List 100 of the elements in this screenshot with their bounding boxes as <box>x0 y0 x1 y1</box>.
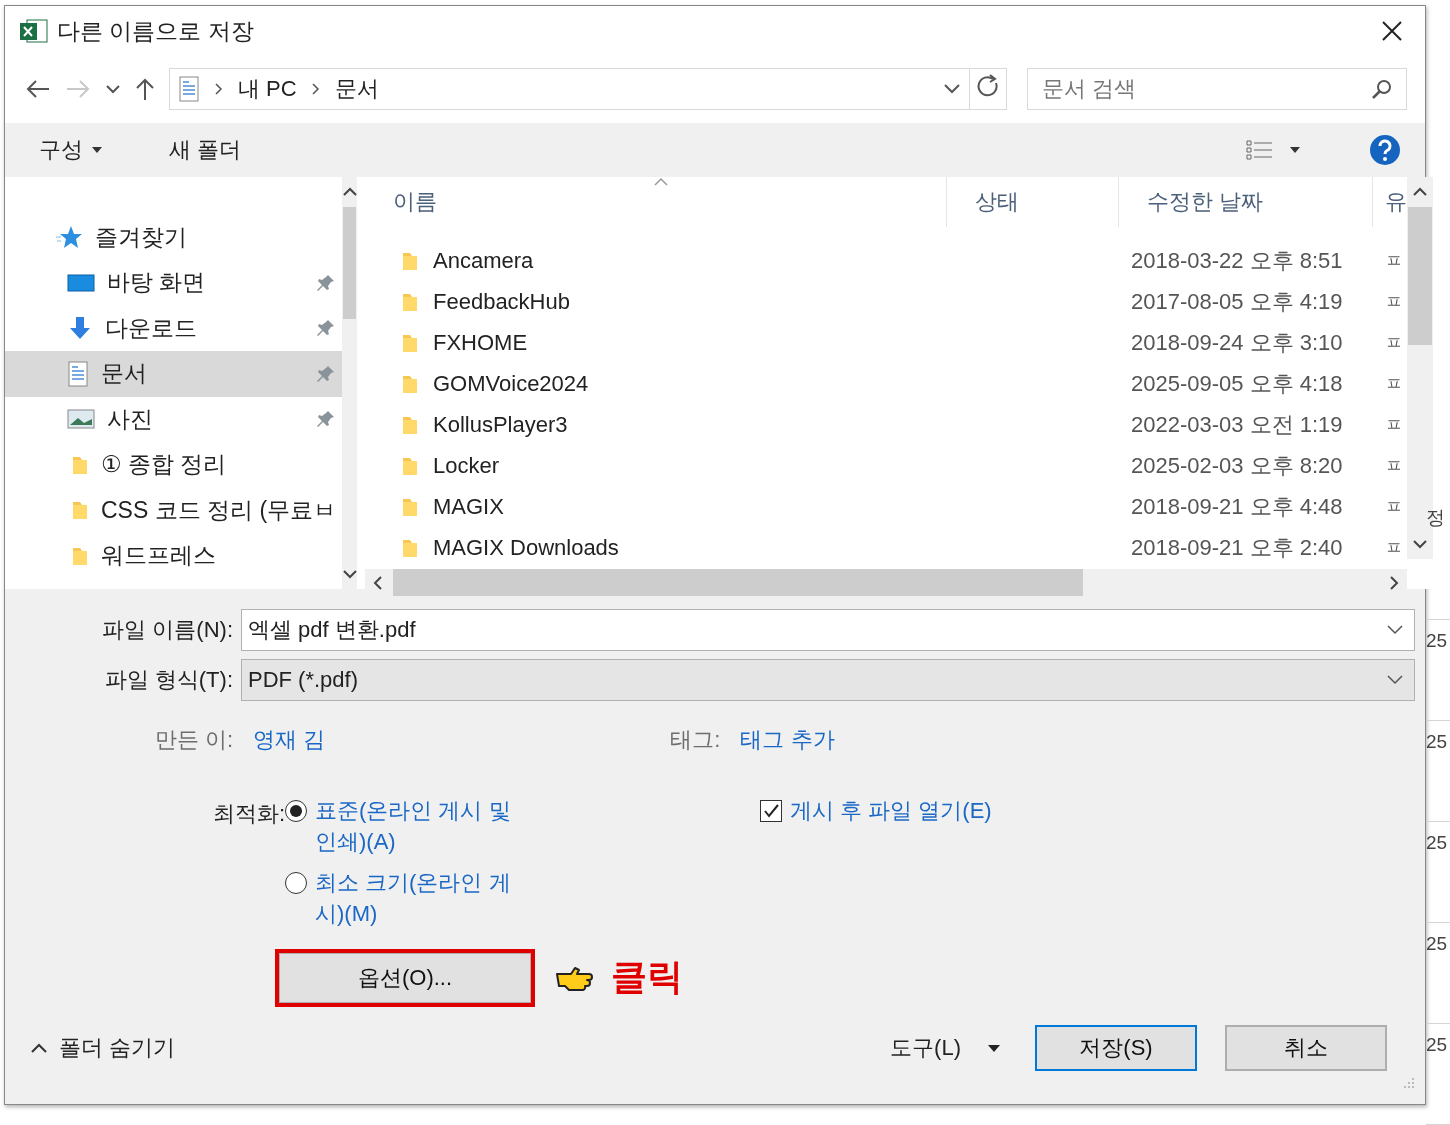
resize-grip-icon[interactable] <box>1401 1076 1415 1090</box>
field-label: 태그: <box>670 725 721 754</box>
chevron-down-icon[interactable] <box>105 83 121 96</box>
navigation-item[interactable]: 문서 <box>5 351 343 397</box>
file-type-dropdown[interactable]: PDF (*.pdf) <box>241 658 1415 701</box>
document-icon <box>178 76 200 103</box>
monitor-icon <box>67 272 95 293</box>
sheet-cell: 25 <box>1426 1024 1450 1125</box>
radio-label[interactable]: 최소 크기(온라인 게시)(M) <box>315 866 530 929</box>
breadcrumb-item[interactable]: 내 PC <box>238 74 297 105</box>
folder-icon <box>401 537 419 560</box>
navigation-item[interactable]: 즐겨찾기 <box>5 214 343 261</box>
scrollbar-thumb[interactable] <box>343 206 356 319</box>
scroll-left-icon[interactable] <box>373 575 383 590</box>
radio-button[interactable] <box>285 799 307 822</box>
scrollbar[interactable] <box>365 568 1407 597</box>
file-name[interactable]: MAGIX <box>433 494 504 521</box>
navigation-item[interactable]: CSS 코드 정리 (무료ㅂ <box>5 487 343 534</box>
close-icon[interactable] <box>1381 20 1403 43</box>
folder-icon <box>401 373 419 396</box>
save-button[interactable]: 저장(S) <box>1035 1025 1197 1072</box>
sheet-cell: 25 <box>1426 720 1450 822</box>
file-type: ㅍ <box>1384 537 1404 561</box>
field-label: 파일 형식(T): <box>103 665 234 694</box>
breadcrumb-item[interactable]: 문서 <box>334 74 379 105</box>
modified-date: 2018-09-24 오후 3:10 <box>1130 329 1344 358</box>
search-icon[interactable] <box>1371 78 1393 101</box>
folder-icon <box>401 250 419 273</box>
address-bar[interactable]: 내 PC 문서 <box>169 68 970 111</box>
organize-menu-button[interactable]: 구성 <box>31 130 111 169</box>
hide-folders-button[interactable]: 폴더 숨기기 <box>25 1032 182 1065</box>
file-type: ㅍ <box>1384 373 1404 397</box>
column-header[interactable]: 유 <box>1373 176 1407 227</box>
spreadsheet-app-icon <box>19 18 49 45</box>
modified-date: 2022-03-03 오전 1:19 <box>1130 411 1344 440</box>
folder-icon <box>401 455 419 478</box>
options-button[interactable]: 옵션(O)... <box>279 952 531 1003</box>
file-name[interactable]: Locker <box>433 453 500 480</box>
file-name[interactable]: FeedbackHub <box>433 289 570 316</box>
list-view-icon <box>1245 137 1275 162</box>
sheet-cell: 25 <box>1426 923 1450 1024</box>
chevron-up-icon <box>31 1043 47 1054</box>
sheet-cell: 25 <box>1426 619 1450 721</box>
sheet-cell: 정 <box>1426 495 1450 620</box>
file-name[interactable]: GOMVoice2024 <box>433 371 589 398</box>
author-link[interactable]: 영재 김 <box>253 724 326 755</box>
window-title: 다른 이름으로 저장 <box>57 16 254 46</box>
column-header[interactable]: 수정한 날짜 <box>1119 176 1373 227</box>
caret-icon <box>91 145 103 154</box>
navigation-item[interactable]: 사진 <box>5 396 343 443</box>
modified-date: 2025-09-05 오후 4:18 <box>1130 370 1344 399</box>
field-label: 최적화: <box>211 799 285 828</box>
up-arrow-icon[interactable] <box>135 77 155 102</box>
tools-menu-button[interactable]: 도구(L) <box>884 1032 1007 1065</box>
folder-icon <box>71 499 89 522</box>
pin-icon[interactable] <box>316 409 337 430</box>
scroll-right-icon[interactable] <box>1389 575 1399 590</box>
chevron-down-icon[interactable] <box>943 83 961 96</box>
navigation-item[interactable]: ① 종합 정리 <box>5 442 343 488</box>
navigation-item[interactable]: 바탕 화면 <box>5 260 343 306</box>
file-type: ㅍ <box>1384 332 1404 356</box>
navigation-item[interactable]: 워드프레스 <box>5 533 343 579</box>
checkbox[interactable] <box>760 799 782 822</box>
scrollbar-thumb[interactable] <box>1408 206 1432 345</box>
navigation-item[interactable]: 다운로드 <box>5 305 343 352</box>
checkbox-label[interactable]: 게시 후 파일 열기(E) <box>790 794 992 826</box>
file-type: ㅍ <box>1384 496 1404 520</box>
column-header[interactable]: 상태 <box>947 176 1119 227</box>
column-header[interactable]: 이름 <box>365 176 947 227</box>
pin-icon[interactable] <box>316 272 337 293</box>
pin-icon[interactable] <box>316 318 337 339</box>
field-label: 만든 이: <box>155 725 234 754</box>
chevron-down-icon <box>1386 673 1404 686</box>
cancel-button[interactable]: 취소 <box>1225 1025 1387 1072</box>
caret-icon <box>987 1043 1001 1053</box>
file-name[interactable]: KollusPlayer3 <box>433 412 568 439</box>
modified-date: 2025-02-03 오후 8:20 <box>1130 452 1344 481</box>
radio-button[interactable] <box>285 871 307 894</box>
file-type: ㅍ <box>1384 250 1404 274</box>
add-tag-link[interactable]: 태그 추가 <box>740 724 835 755</box>
caret-icon <box>1289 145 1301 154</box>
file-type: ㅍ <box>1384 455 1404 479</box>
new-folder-button[interactable]: 새 폴더 <box>161 130 250 169</box>
file-name[interactable]: FXHOME <box>433 330 528 357</box>
modified-date: 2018-09-21 오후 2:40 <box>1130 534 1344 563</box>
search-field[interactable]: 문서 검색 <box>1027 68 1407 111</box>
refresh-icon[interactable] <box>970 68 1007 111</box>
sheet-cell: 25 <box>1426 822 1450 923</box>
scrollbar-thumb[interactable] <box>393 569 1083 597</box>
radio-label[interactable]: 표준(온라인 게시 및 인쇄)(A) <box>315 794 530 857</box>
back-arrow-icon[interactable] <box>25 79 51 100</box>
file-type: ㅍ <box>1384 291 1404 315</box>
file-name[interactable]: Ancamera <box>433 248 534 275</box>
chevron-right-icon <box>310 82 321 97</box>
help-icon[interactable] <box>1369 133 1401 166</box>
file-name-field[interactable]: 엑셀 pdf 변환.pdf <box>241 608 1415 651</box>
annotation-text: 클릭 <box>611 955 683 1000</box>
field-label: 파일 이름(N): <box>101 615 234 644</box>
chevron-right-icon <box>214 82 224 97</box>
file-name[interactable]: MAGIX Downloads <box>433 535 619 562</box>
